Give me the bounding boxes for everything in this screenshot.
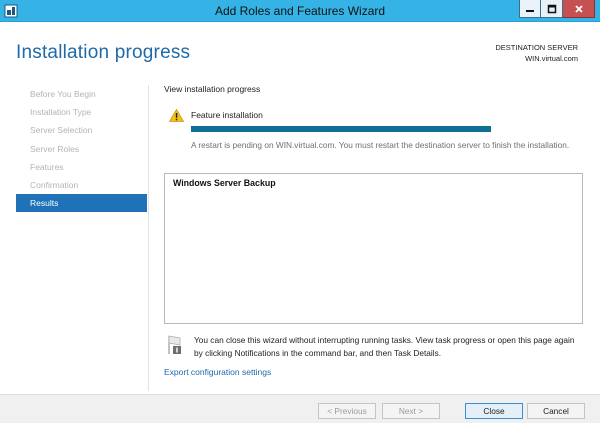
nav-item-server-selection[interactable]: Server Selection [16,121,147,139]
close-window-button[interactable] [563,0,595,18]
minimize-button[interactable] [519,0,541,18]
destination-server: WIN.virtual.com [525,54,578,63]
warning-icon [169,109,184,122]
nav-divider [148,85,149,391]
restart-pending-message: A restart is pending on WIN.virtual.com.… [191,140,570,150]
close-button[interactable]: Close [465,403,523,419]
destination-label: DESTINATION SERVER [495,43,578,52]
nav-item-server-roles[interactable]: Server Roles [16,140,147,158]
nav-item-features[interactable]: Features [16,158,147,176]
window-title: Add Roles and Features Wizard [214,4,386,18]
feature-installation-label: Feature installation [191,110,263,120]
cancel-button[interactable]: Cancel [527,403,585,419]
nav-item-before-you-begin[interactable]: Before You Begin [16,85,147,103]
nav-item-results[interactable]: Results [16,194,147,213]
view-progress-label: View installation progress [164,84,261,94]
window-controls [519,0,595,18]
results-item: Windows Server Backup [173,178,276,188]
previous-button[interactable]: < Previous [318,403,376,419]
title-bar: Add Roles and Features Wizard [0,0,600,22]
page-title: Installation progress [16,42,191,63]
export-configuration-link[interactable]: Export configuration settings [164,367,271,377]
destination-server-info: DESTINATION SERVER WIN.virtual.com [495,42,578,64]
close-icon [574,4,583,13]
wizard-steps-nav: Before You Begin Installation Type Serve… [16,85,147,213]
results-list: Windows Server Backup [164,173,583,324]
minimize-icon [526,9,534,12]
maximize-button[interactable] [541,0,563,18]
maximize-icon [547,4,556,13]
progress-fill [191,126,491,132]
wizard-footer: < Previous Next > Close Cancel [0,394,600,423]
flag-notification-icon [168,335,181,354]
nav-item-confirmation[interactable]: Confirmation [16,176,147,194]
next-button[interactable]: Next > [382,403,440,419]
installation-progress-bar [191,126,491,132]
close-wizard-note: You can close this wizard without interr… [194,335,575,358]
nav-item-installation-type[interactable]: Installation Type [16,103,147,121]
